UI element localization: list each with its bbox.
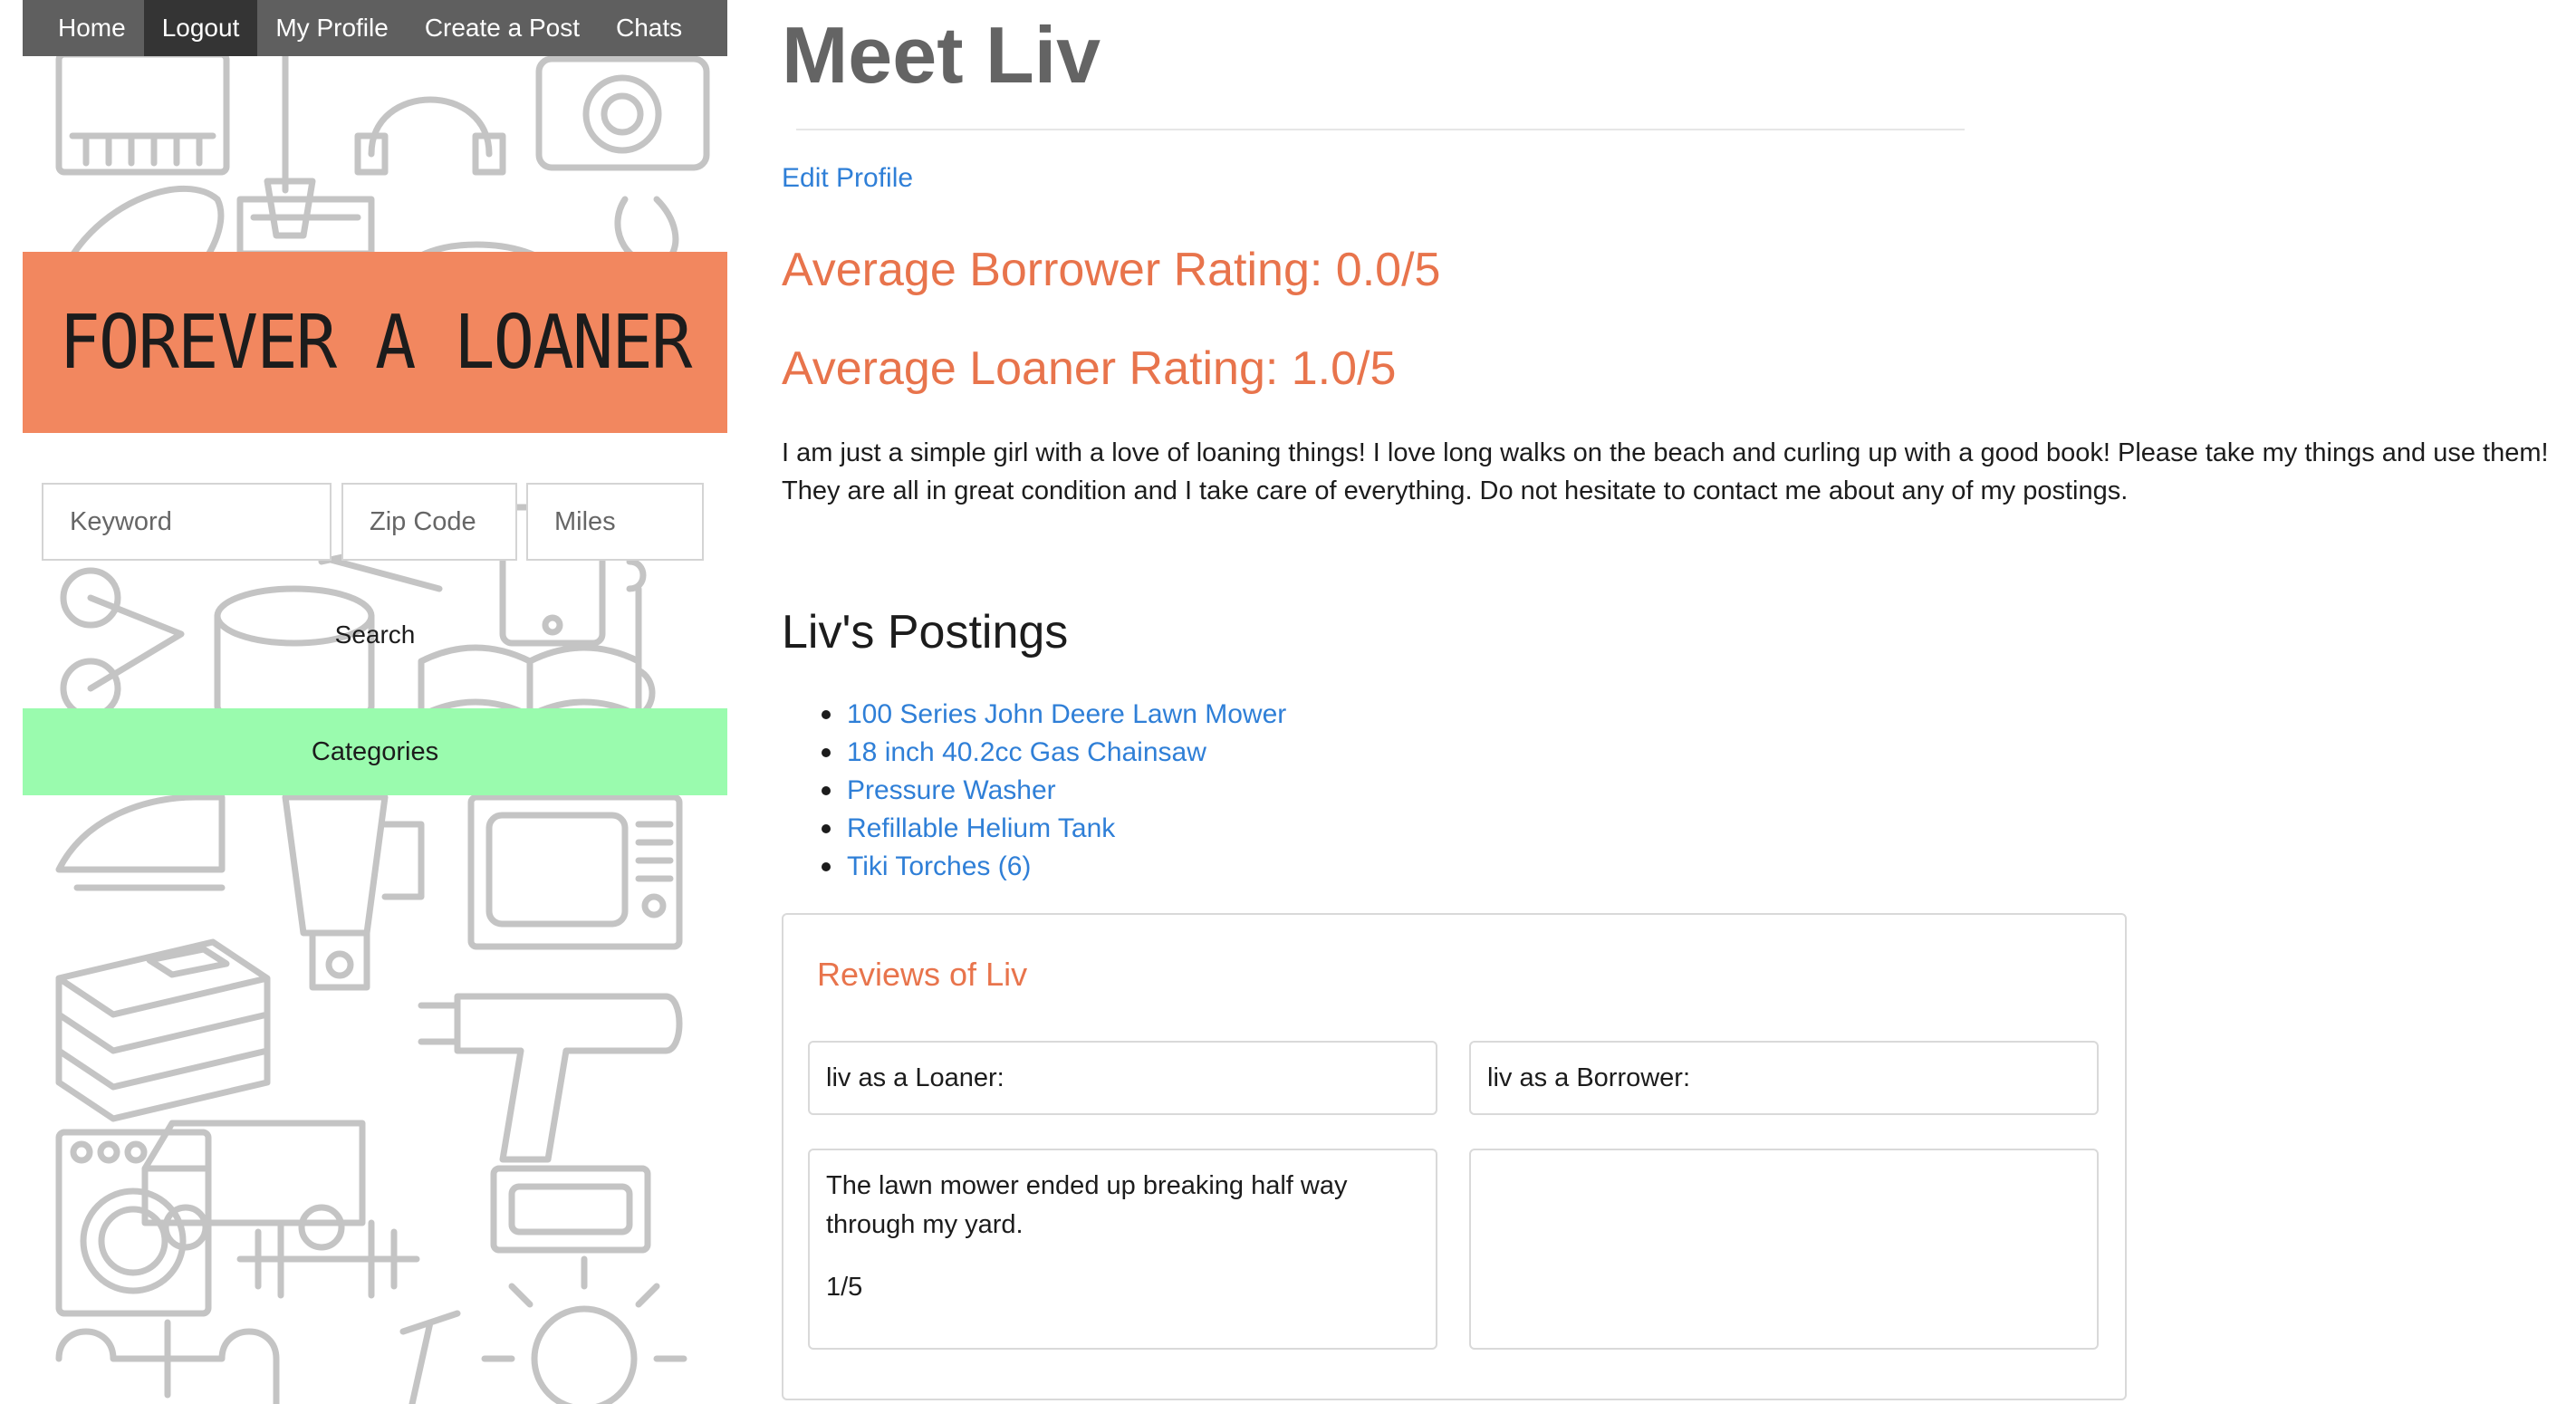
list-item: Tiki Torches (6) (822, 848, 1286, 886)
loaner-rating: Average Loaner Rating: 1.0/5 (782, 342, 1397, 395)
profile-bio: I am just a simple girl with a love of l… (782, 438, 2549, 505)
nav-my-profile-link[interactable]: My Profile (257, 0, 406, 56)
profile-main: Meet Liv Edit Profile Average Borrower R… (779, 0, 2576, 1404)
site-logo-title: FOREVER A LOANER (59, 299, 692, 386)
bullet-icon (822, 786, 831, 795)
household-items-background-illustration (55, 51, 710, 1404)
loaner-reviews-header: liv as a Loaner: (808, 1041, 1437, 1115)
review-score: 1/5 (826, 1273, 863, 1302)
postings-heading: Liv's Postings (782, 606, 1069, 659)
list-item: Refillable Helium Tank (822, 810, 1286, 848)
posting-link[interactable]: Refillable Helium Tank (847, 813, 1115, 843)
search-button[interactable]: Search (23, 598, 727, 670)
list-item: 18 inch 40.2cc Gas Chainsaw (822, 734, 1286, 772)
keyword-input[interactable] (42, 483, 332, 561)
reviews-heading: Reviews of Liv (817, 956, 1028, 993)
borrower-rating: Average Borrower Rating: 0.0/5 (782, 244, 1441, 296)
title-divider (796, 129, 1965, 130)
categories-button[interactable]: Categories (23, 708, 727, 795)
bullet-icon (822, 862, 831, 871)
loaner-review-panel: The lawn mower ended up breaking half wa… (808, 1149, 1437, 1350)
review-text: The lawn mower ended up breaking half wa… (826, 1171, 1348, 1239)
nav-logout-link[interactable]: Logout (143, 0, 258, 56)
zip-code-input[interactable] (341, 483, 517, 561)
bullet-icon (822, 748, 831, 757)
bullet-icon (822, 824, 831, 833)
site-banner: FOREVER A LOANER (23, 252, 727, 433)
edit-profile-link[interactable]: Edit Profile (782, 163, 913, 194)
postings-list: 100 Series John Deere Lawn Mower 18 inch… (822, 696, 1286, 886)
borrower-reviews-header: liv as a Borrower: (1469, 1041, 2099, 1115)
nav-home-link[interactable]: Home (23, 0, 144, 56)
miles-input[interactable] (526, 483, 704, 561)
nav-create-post-link[interactable]: Create a Post (407, 0, 598, 56)
top-navbar: Home Logout My Profile Create a Post Cha… (23, 0, 727, 56)
posting-link[interactable]: 100 Series John Deere Lawn Mower (847, 699, 1286, 729)
nav-chats-link[interactable]: Chats (598, 0, 700, 56)
list-item: Pressure Washer (822, 772, 1286, 810)
posting-link[interactable]: Pressure Washer (847, 775, 1056, 805)
posting-link[interactable]: 18 inch 40.2cc Gas Chainsaw (847, 737, 1206, 767)
reviews-card: Reviews of Liv liv as a Loaner: liv as a… (782, 913, 2127, 1400)
list-item: 100 Series John Deere Lawn Mower (822, 696, 1286, 734)
bullet-icon (822, 710, 831, 719)
borrower-review-panel (1469, 1149, 2099, 1350)
page-title: Meet Liv (782, 10, 1101, 100)
posting-link[interactable]: Tiki Torches (6) (847, 851, 1031, 881)
sidebar: Home Logout My Profile Create a Post Cha… (23, 0, 727, 1404)
